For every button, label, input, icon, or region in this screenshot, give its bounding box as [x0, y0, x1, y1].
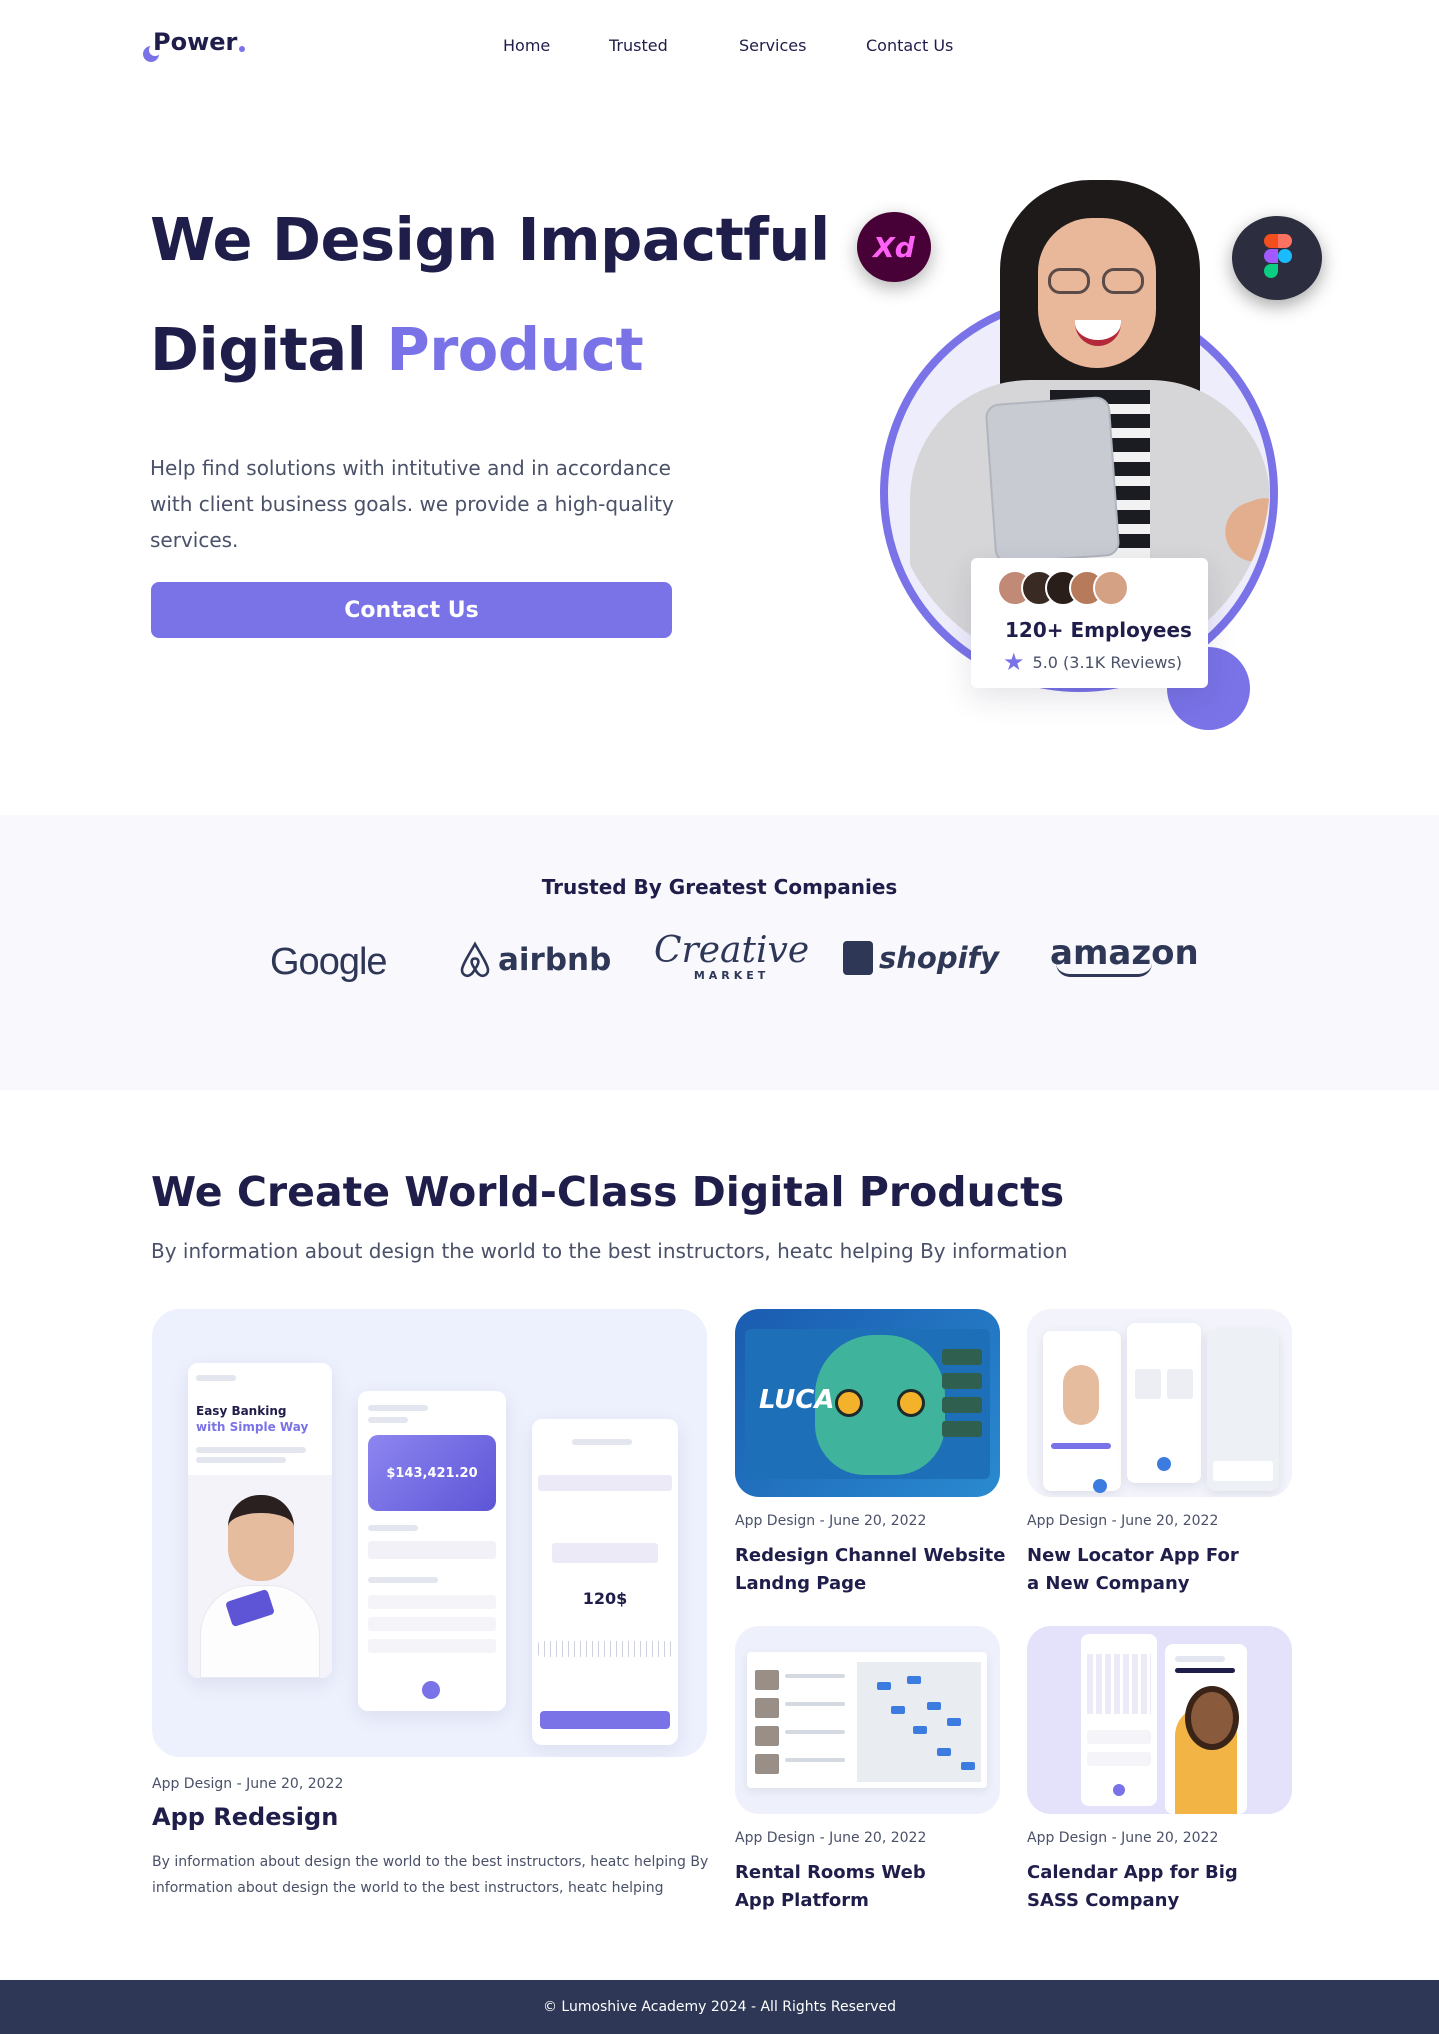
- amazon-smile-icon: [1056, 963, 1152, 977]
- logo[interactable]: Power: [143, 28, 246, 62]
- phone-mockup: Easy Banking with Simple Way: [188, 1363, 332, 1678]
- project-title-line: New Locator App For: [1027, 1545, 1239, 1566]
- nav-home[interactable]: Home: [503, 36, 550, 55]
- phone-mockup: 120$: [532, 1419, 678, 1745]
- creative-wordmark: Creative: [654, 930, 810, 971]
- project-title-line: Calendar App for Big: [1027, 1862, 1238, 1883]
- project-title-line: Landng Page: [735, 1573, 867, 1594]
- project-title[interactable]: Redesign Channel Website Landng Page: [735, 1542, 1005, 1598]
- featured-title[interactable]: App Redesign: [152, 1803, 338, 1831]
- employees-count: 120+ Employees: [1005, 618, 1192, 642]
- project-title-line: SASS Company: [1027, 1890, 1180, 1911]
- project-title-line: a New Company: [1027, 1573, 1190, 1594]
- project-title[interactable]: New Locator App For a New Company: [1027, 1542, 1239, 1598]
- project-image-rental[interactable]: [735, 1626, 1000, 1814]
- hero-title-line1: We Design Impactful: [150, 205, 830, 274]
- avatar: [1093, 570, 1129, 606]
- shopify-logo: shopify: [843, 941, 999, 975]
- project-title[interactable]: Rental Rooms Web App Platform: [735, 1859, 926, 1915]
- project-title-line: App Platform: [735, 1890, 869, 1911]
- luca-title: LUCA: [759, 1385, 835, 1415]
- nav-trusted[interactable]: Trusted: [609, 36, 668, 55]
- mockup-send: [540, 1711, 670, 1729]
- mockup-title: Easy Banking with Simple Way: [196, 1403, 308, 1435]
- featured-project-image[interactable]: Easy Banking with Simple Way $143,421.20…: [152, 1309, 707, 1757]
- airbnb-logo: airbnb: [458, 941, 611, 979]
- trusted-title: Trusted By Greatest Companies: [541, 875, 898, 899]
- footer: © Lumoshive Academy 2024 - All Rights Re…: [0, 1980, 1439, 2034]
- project-meta: App Design - June 20, 2022: [735, 1513, 927, 1529]
- avatar-group: [997, 570, 1129, 606]
- mockup-title-a: Easy Banking: [196, 1404, 287, 1418]
- footer-copyright: © Lumoshive Academy 2024 - All Rights Re…: [542, 1999, 897, 2015]
- project-title[interactable]: Calendar App for Big SASS Company: [1027, 1859, 1238, 1915]
- project-meta: App Design - June 20, 2022: [1027, 1830, 1219, 1846]
- star-icon: ★: [1003, 648, 1025, 676]
- project-title-line: Rental Rooms Web: [735, 1862, 926, 1883]
- employees-card: 120+ Employees ★ 5.0 (3.1K Reviews): [971, 558, 1208, 688]
- figma-icon: [1232, 216, 1322, 300]
- hero-title-accent: Product: [386, 315, 644, 384]
- google-logo: Google: [270, 941, 388, 983]
- hero-subtitle: Help find solutions with intitutive and …: [150, 456, 674, 552]
- employees-rating: ★ 5.0 (3.1K Reviews): [1003, 650, 1182, 674]
- creative-market-logo: Creative MARKET: [654, 930, 810, 983]
- mockup-amount: 120$: [582, 1589, 628, 1608]
- project-meta: App Design - June 20, 2022: [735, 1830, 927, 1846]
- shopify-bag-icon: [843, 941, 873, 975]
- nav-contact-us[interactable]: Contact Us: [866, 36, 953, 55]
- hero-contact-button[interactable]: Contact Us: [151, 582, 672, 638]
- mockup-balance: $143,421.20: [368, 1435, 496, 1511]
- featured-description: By information about design the world to…: [152, 1854, 709, 1896]
- phone-mockup: $143,421.20: [358, 1391, 506, 1711]
- project-image-locator[interactable]: [1027, 1309, 1292, 1497]
- rating-text: 5.0 (3.1K Reviews): [1032, 652, 1182, 672]
- trusted-section: Trusted By Greatest Companies Google air…: [0, 815, 1439, 1090]
- project-image-luca[interactable]: LUCA: [735, 1309, 1000, 1497]
- products-title: We Create World-Class Digital Products: [151, 1168, 1065, 1216]
- top-nav: Power Home Trusted Services Contact Us: [0, 0, 1439, 92]
- shopify-wordmark: shopify: [879, 941, 1000, 975]
- featured-meta: App Design - June 20, 2022: [152, 1776, 344, 1792]
- mockup-title-b: with Simple Way: [196, 1420, 309, 1434]
- amazon-logo: amazon: [1050, 933, 1199, 977]
- project-image-calendar[interactable]: [1027, 1626, 1292, 1814]
- logo-dot: [239, 46, 246, 52]
- adobe-xd-icon: Xd: [857, 212, 931, 282]
- airbnb-icon: [460, 941, 490, 978]
- market-wordmark: MARKET: [693, 969, 770, 982]
- nav-services[interactable]: Services: [739, 36, 806, 55]
- hero-title-line2: Digital Product: [150, 320, 644, 379]
- logo-text: Power: [153, 28, 238, 56]
- airbnb-wordmark: airbnb: [498, 942, 612, 978]
- products-subtitle: By information about design the world to…: [151, 1239, 1068, 1263]
- hero-title-plain: Digital: [150, 315, 367, 384]
- project-title-line: Redesign Channel Website: [735, 1545, 1006, 1566]
- project-meta: App Design - June 20, 2022: [1027, 1513, 1219, 1529]
